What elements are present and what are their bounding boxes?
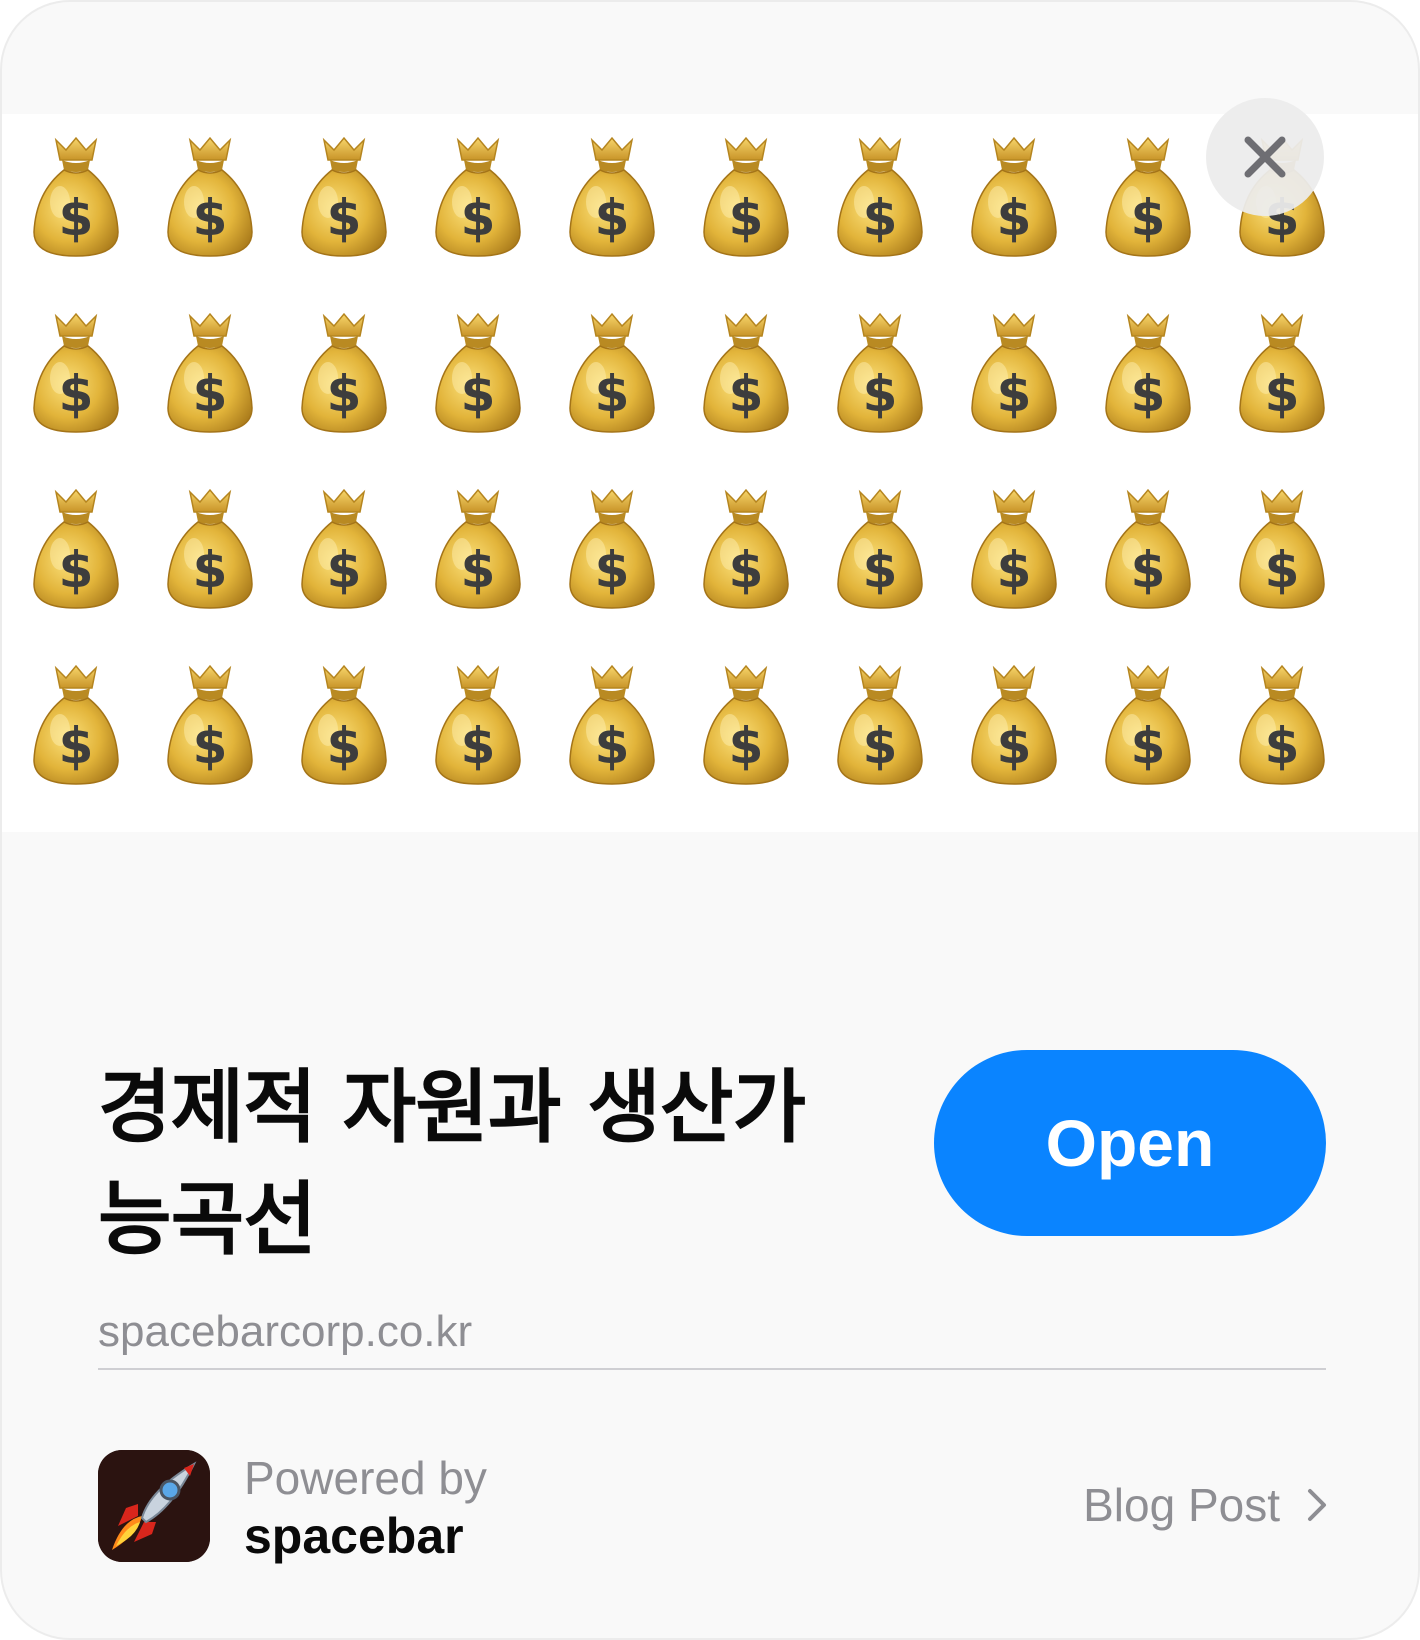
money-bag-icon (830, 308, 930, 438)
money-bag-icon (562, 308, 662, 438)
brand-name: spacebar (244, 1508, 464, 1564)
article-title-line-2: 능곡선 (98, 1173, 317, 1266)
money-bag-icon (562, 484, 662, 614)
money-bag-icon (696, 484, 796, 614)
money-bag-icon (696, 132, 796, 262)
close-button[interactable] (1206, 98, 1324, 216)
money-bag-icon (964, 484, 1064, 614)
money-bag-icon (830, 660, 930, 790)
money-bag-icon (1098, 132, 1198, 262)
chevron-right-icon (1306, 1487, 1328, 1523)
money-bag-icon (964, 308, 1064, 438)
open-button[interactable]: Open (934, 1050, 1326, 1236)
money-bag-icon (26, 484, 126, 614)
money-bag-row (2, 660, 1420, 790)
money-bag-icon (964, 660, 1064, 790)
money-bag-icon (160, 308, 260, 438)
money-bag-icon (964, 132, 1064, 262)
powered-by-label: Powered by (244, 1452, 487, 1504)
money-bag-icon (1098, 308, 1198, 438)
divider (98, 1368, 1326, 1370)
money-bag-icon (562, 132, 662, 262)
money-bag-icon (428, 308, 528, 438)
money-bag-icon (160, 484, 260, 614)
money-bag-icon (294, 484, 394, 614)
money-bag-icon (1098, 660, 1198, 790)
blog-post-link[interactable]: Blog Post (1052, 1472, 1328, 1538)
money-bag-row (2, 484, 1420, 614)
app-icon (98, 1450, 210, 1562)
money-bag-grid (2, 114, 1420, 832)
money-bag-icon (830, 132, 930, 262)
rocket-icon (98, 1450, 210, 1562)
source-domain: spacebarcorp.co.kr (98, 1307, 473, 1356)
money-bag-icon (562, 660, 662, 790)
money-bag-icon (1232, 484, 1332, 614)
money-bag-icon (294, 308, 394, 438)
money-bag-icon (1232, 660, 1332, 790)
money-bag-icon (428, 132, 528, 262)
money-bag-icon (294, 132, 394, 262)
money-bag-icon (1232, 308, 1332, 438)
money-bag-icon (26, 132, 126, 262)
money-bag-icon (26, 308, 126, 438)
money-bag-icon (1098, 484, 1198, 614)
money-bag-icon (428, 660, 528, 790)
app-clip-card: $ 경제적 자원과 생산가 능곡선 Open spacebarcorp.co.k… (0, 0, 1420, 1640)
article-title-line-1: 경제적 자원과 생산가 (98, 1061, 806, 1154)
money-bag-icon (160, 132, 260, 262)
money-bag-icon (294, 660, 394, 790)
article-title: 경제적 자원과 생산가 능곡선 (98, 1052, 858, 1276)
money-bag-icon (830, 484, 930, 614)
close-icon (1244, 136, 1286, 178)
money-bag-icon (696, 660, 796, 790)
money-bag-icon (26, 660, 126, 790)
hero-image: $ (2, 114, 1420, 832)
money-bag-row (2, 308, 1420, 438)
money-bag-icon (428, 484, 528, 614)
blog-post-label: Blog Post (1083, 1479, 1280, 1531)
money-bag-icon (160, 660, 260, 790)
money-bag-icon (696, 308, 796, 438)
